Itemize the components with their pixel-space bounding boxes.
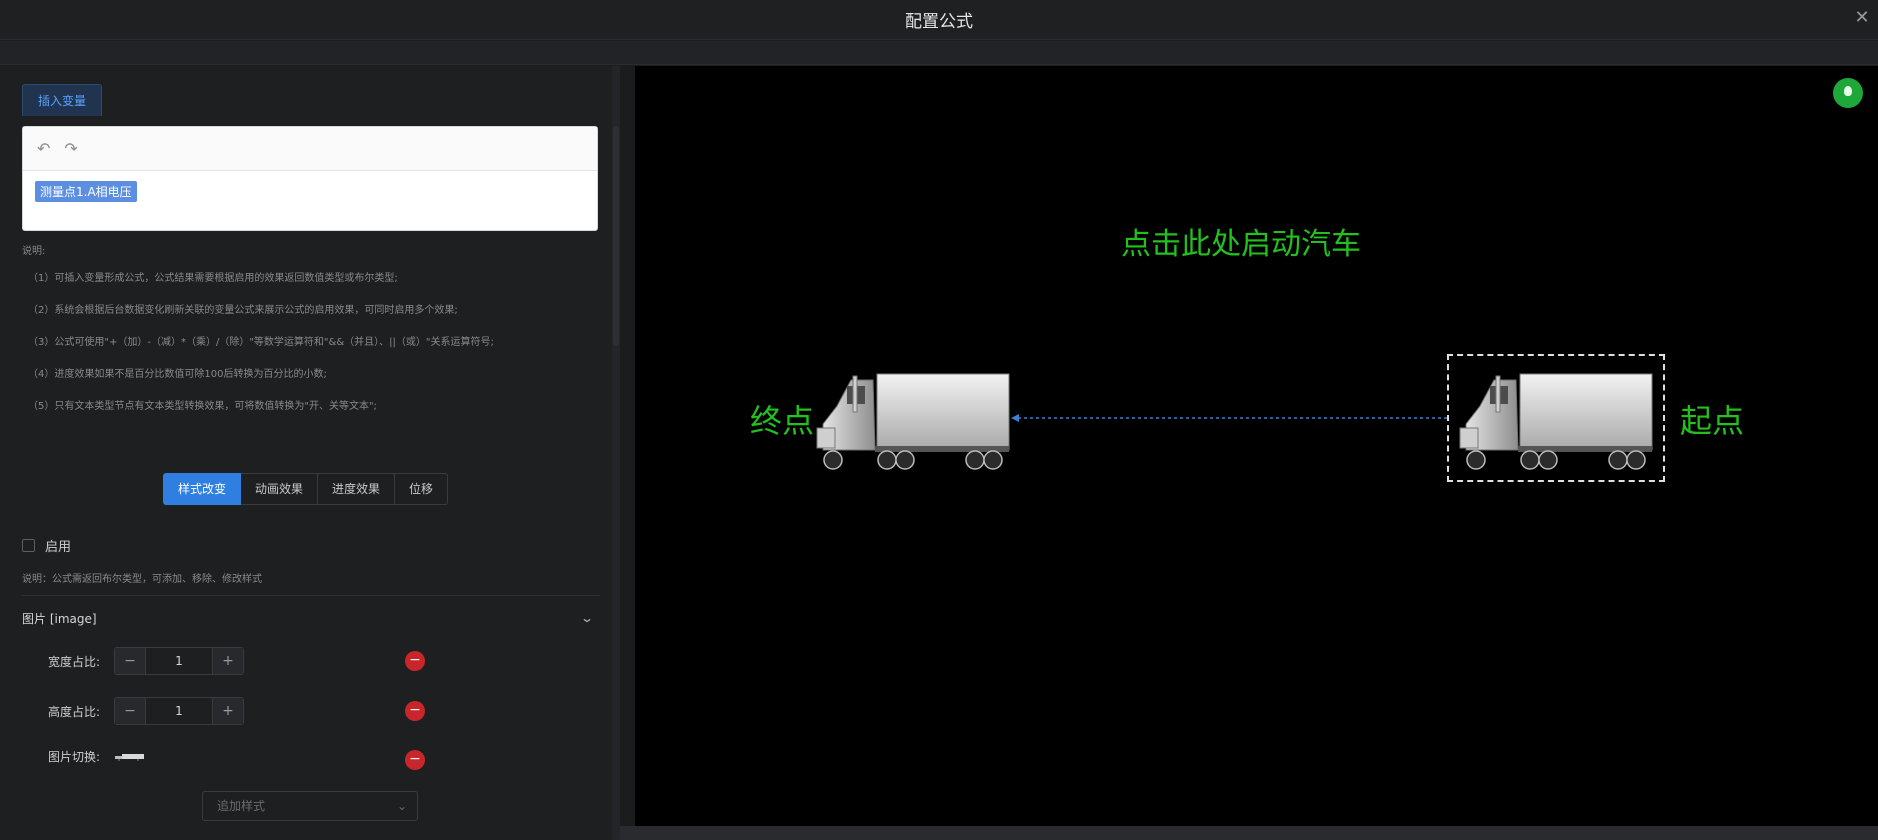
chevron-down-icon: ⌄ xyxy=(396,799,407,813)
panel-scrollbar[interactable] xyxy=(612,66,620,840)
image-style-section-header[interactable]: 图片 [image] ⌄ xyxy=(22,606,594,630)
scrollbar-thumb[interactable] xyxy=(613,126,619,346)
section-title: 图片 [image] xyxy=(22,611,97,626)
truck-end-image[interactable] xyxy=(815,366,1010,476)
width-ratio-row: 宽度占比: − 1 + xyxy=(48,647,244,675)
height-ratio-label: 高度占比: xyxy=(48,704,101,719)
increment-button[interactable]: + xyxy=(213,648,243,674)
tab-style-change[interactable]: 样式改变 xyxy=(163,473,242,505)
add-style-select[interactable]: 追加样式 ⌄ xyxy=(202,791,418,821)
dialog-titlebar: 配置公式 ✕ xyxy=(0,0,1878,40)
increment-button[interactable]: + xyxy=(213,698,243,724)
enable-row: 启用 xyxy=(22,536,71,555)
width-ratio-label: 宽度占比: xyxy=(48,654,101,669)
formula-editor[interactable]: ↶ ↷ 测量点1.A相电压 xyxy=(22,126,598,231)
end-point-label: 终点 xyxy=(750,402,815,440)
note-line: （4）进度效果如果不是百分比数值可除100后转换为百分比的小数; xyxy=(28,369,327,380)
start-car-text[interactable]: 点击此处启动汽车 xyxy=(1121,219,1361,263)
start-point-label: 起点 xyxy=(1680,402,1745,440)
dialog-subbar xyxy=(0,41,1878,65)
image-switch-row: 图片切换: xyxy=(48,748,146,765)
tab-animation[interactable]: 动画效果 xyxy=(241,473,319,505)
undo-icon[interactable]: ↶ xyxy=(37,139,50,158)
remove-icon[interactable]: − xyxy=(405,750,425,770)
tab-displacement[interactable]: 位移 xyxy=(395,473,449,505)
decrement-button[interactable]: − xyxy=(115,698,145,724)
enable-label: 启用 xyxy=(45,540,72,555)
note-line: （5）只有文本类型节点有文本类型转换效果，可将数值转换为"开、关等文本"; xyxy=(28,401,377,412)
height-ratio-value[interactable]: 1 xyxy=(145,698,213,724)
add-style-placeholder: 追加样式 xyxy=(217,799,266,813)
variable-chip[interactable]: 测量点1.A相电压 xyxy=(35,181,137,202)
close-icon[interactable]: ✕ xyxy=(1852,8,1872,28)
dialog-title: 配置公式 xyxy=(905,12,973,32)
canvas-bottom-scroll[interactable] xyxy=(620,826,1878,840)
formula-config-panel: 插入变量 ↶ ↷ 测量点1.A相电压 说明: （1）可插入变量形成公式，公式结果… xyxy=(0,66,620,840)
selection-box[interactable] xyxy=(1447,354,1665,482)
editor-toolbar: ↶ ↷ xyxy=(23,127,597,171)
note-line: （2）系统会根据后台数据变化刷新关联的变量公式来展示公式的启用效果，可同时启用多… xyxy=(28,305,458,316)
lightbulb-icon[interactable] xyxy=(1833,78,1863,108)
formula-notes: 说明: （1）可插入变量形成公式，公式结果需要根据启用的效果返回数值类型或布尔类… xyxy=(22,242,602,431)
image-switch-label: 图片切换: xyxy=(48,750,101,764)
enable-note: 说明：公式需返回布尔类型，可添加、移除、修改样式 xyxy=(22,574,262,585)
notes-heading: 说明: xyxy=(22,246,46,257)
truck-thumbnail[interactable] xyxy=(114,753,146,761)
height-ratio-stepper[interactable]: − 1 + xyxy=(114,697,244,725)
editor-content[interactable]: 测量点1.A相电压 xyxy=(23,171,597,212)
note-line: （1）可插入变量形成公式，公式结果需要根据启用的效果返回数值类型或布尔类型; xyxy=(28,273,398,284)
remove-icon[interactable]: − xyxy=(405,701,425,721)
enable-checkbox[interactable] xyxy=(22,539,35,552)
height-ratio-row: 高度占比: − 1 + xyxy=(48,697,244,725)
divider xyxy=(22,595,600,596)
note-line: （3）公式可使用"+（加）-（减）*（乘）/（除）"等数学运算符和"&&（并且）… xyxy=(28,337,494,348)
chevron-down-icon[interactable]: ⌄ xyxy=(580,611,594,625)
decrement-button[interactable]: − xyxy=(115,648,145,674)
tab-progress[interactable]: 进度效果 xyxy=(318,473,396,505)
insert-variable-tab[interactable]: 插入变量 xyxy=(22,84,102,116)
effect-tabs: 样式改变 动画效果 进度效果 位移 xyxy=(163,473,449,505)
remove-icon[interactable]: − xyxy=(405,651,425,671)
redo-icon[interactable]: ↷ xyxy=(64,139,77,158)
width-ratio-stepper[interactable]: − 1 + xyxy=(114,647,244,675)
width-ratio-value[interactable]: 1 xyxy=(145,648,213,674)
preview-canvas: 点击此处启动汽车 终点 起点 xyxy=(635,66,1878,826)
